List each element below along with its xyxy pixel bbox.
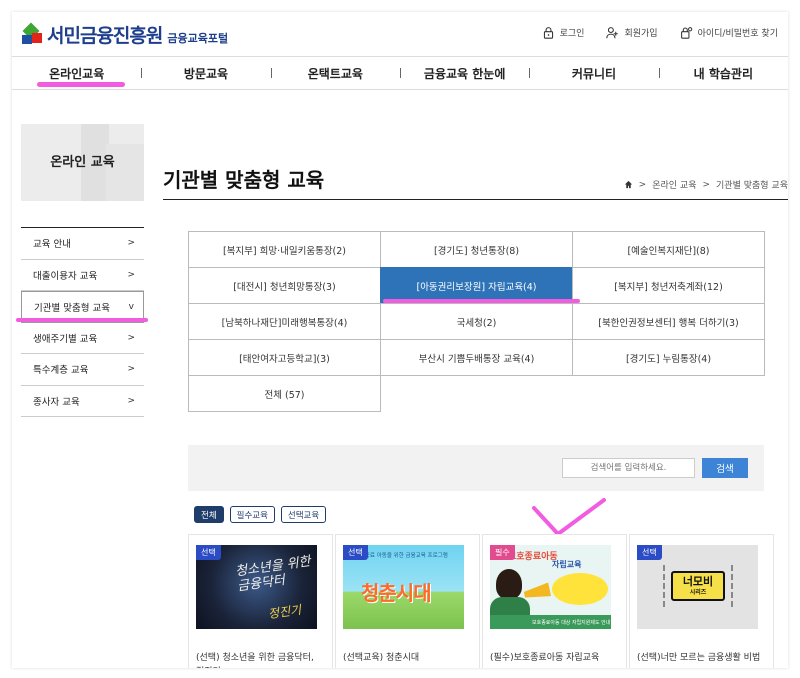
category-grid: [복지부] 희망·내일키움통장(2) [경기도] 청년통장(8) [예술인복지재… — [188, 231, 765, 412]
search-input[interactable] — [562, 458, 695, 478]
category-cell[interactable]: [복지부] 청년저축계좌(12) — [572, 267, 765, 304]
gnb-item-online-education[interactable]: 온라인교육 — [12, 65, 141, 82]
sidebar-menu: 교육 안내 > 대출이용자 교육 > 기관별 맞춤형 교육 v 생애주기별 교육 > 특… — [21, 227, 144, 417]
course-thumbnail[interactable]: 선택 보호 종료 아동을 위한 금융교육 프로그램 청춘시대 — [343, 545, 464, 629]
gnb-item-visit-education[interactable]: 방문교육 — [141, 65, 270, 82]
sidebar-item-workers[interactable]: 종사자 교육 > — [21, 386, 144, 417]
gnb-item-community[interactable]: 커뮤니티 — [529, 65, 658, 82]
site-logo[interactable]: 서민금융진흥원 금융교육포털 — [22, 16, 228, 52]
filter-optional[interactable]: 선택교육 — [280, 506, 327, 523]
signup-link[interactable]: 회원가입 — [606, 26, 658, 39]
annotation-underline-category — [383, 299, 580, 303]
logo-name: 서민금융진흥원 — [47, 24, 163, 47]
course-card[interactable]: 선택 청소년을 위한 금융닥터 정진기 (선택) 청소년을 위한 금융닥터, 정… — [188, 534, 333, 668]
annotation-underline-sidebar — [16, 318, 148, 322]
category-cell[interactable]: [복지부] 희망·내일키움통장(2) — [188, 231, 381, 268]
lock-search-icon — [680, 27, 692, 39]
category-cell[interactable]: [경기도] 누림통장(4) — [572, 339, 765, 376]
optional-badge: 선택 — [637, 545, 662, 560]
home-icon[interactable] — [624, 180, 633, 189]
search-bar: 검색 — [188, 445, 764, 491]
chevron-right-icon: > — [127, 364, 135, 375]
filter-required[interactable]: 필수교육 — [229, 506, 275, 523]
chevron-right-icon: > — [127, 238, 135, 249]
lock-icon — [543, 27, 553, 39]
category-cell[interactable]: [남북하나재단]미래행복통장(4) — [188, 303, 381, 340]
category-cell[interactable]: [경기도] 청년통장(8) — [380, 231, 573, 268]
sidebar-item-special-class[interactable]: 특수계층 교육 > — [21, 354, 144, 386]
course-title[interactable]: (선택)너만 모르는 금융생활 비법 — [637, 651, 762, 665]
browser-page: 서민금융진흥원 금융교육포털 로그인 회원가입 아이디/비밀번호 찾기 온라인교… — [12, 12, 788, 668]
chevron-right-icon: > — [127, 395, 135, 406]
course-thumbnail[interactable]: 선택 청소년을 위한 금융닥터 정진기 — [196, 545, 317, 629]
category-cell[interactable]: [예술인복지재단](8) — [572, 231, 765, 268]
find-account-link[interactable]: 아이디/비밀번호 찾기 — [680, 26, 778, 39]
user-plus-icon — [606, 27, 619, 39]
sidebar-item-life-cycle[interactable]: 생애주기별 교육 > — [21, 323, 144, 354]
chevron-right-icon: > — [127, 269, 135, 280]
course-card[interactable]: 필수 보호종료아동 자립교육 보호종료아동 대상 자립지원제도 안내 (필수)보… — [482, 534, 627, 668]
logo-subtitle: 금융교육포털 — [167, 32, 229, 45]
category-cell[interactable]: 국세청(2) — [380, 303, 573, 340]
chevron-right-icon: > — [127, 332, 135, 343]
optional-badge: 선택 — [196, 545, 221, 560]
course-thumbnail[interactable]: 선택 너모비 시리즈 — [637, 545, 758, 629]
required-badge: 필수 — [490, 545, 515, 560]
gnb-item-education-overview[interactable]: 금융교육 한눈에 — [399, 65, 529, 82]
category-cell[interactable]: 부산시 기쁨두배통장 교육(4) — [380, 339, 573, 376]
course-title[interactable]: (선택교육) 청춘시대 — [343, 651, 468, 665]
course-title[interactable]: (필수)보호종료아동 자립교육 — [490, 651, 615, 665]
filter-chips: 전체 필수교육 선택교육 — [194, 506, 327, 523]
optional-badge: 선택 — [343, 545, 368, 560]
category-cell-all[interactable]: 전체 (57) — [188, 375, 381, 412]
logo-mark-icon — [22, 22, 44, 45]
breadcrumb-item-current[interactable]: 기관별 맞춤형 교육 — [716, 178, 788, 191]
page-title: 기관별 맞춤형 교육 — [163, 168, 325, 192]
course-card-list: 선택 청소년을 위한 금융닥터 정진기 (선택) 청소년을 위한 금융닥터, 정… — [188, 534, 774, 668]
sidebar-title: 온라인 교육 — [50, 155, 115, 170]
title-divider — [163, 199, 788, 200]
category-cell[interactable]: [태안여자고등학교](3) — [188, 339, 381, 376]
breadcrumb-item-online[interactable]: 온라인 교육 — [652, 178, 696, 191]
sidebar-item-loan-user[interactable]: 대출이용자 교육 > — [21, 260, 144, 291]
annotation-underline-gnb — [37, 82, 125, 87]
course-card[interactable]: 선택 보호 종료 아동을 위한 금융교육 프로그램 청춘시대 (선택교육) 청춘… — [335, 534, 480, 668]
course-thumbnail[interactable]: 필수 보호종료아동 자립교육 보호종료아동 대상 자립지원제도 안내 — [490, 545, 611, 629]
chevron-down-icon: v — [128, 301, 134, 312]
megaphone-icon — [523, 582, 551, 601]
course-title[interactable]: (선택) 청소년을 위한 금융닥터, 정진기 — [196, 651, 321, 668]
sidebar-item-guide[interactable]: 교육 안내 > — [21, 228, 144, 260]
sidebar-title-box: 온라인 교육 — [21, 124, 144, 201]
gnb-item-ontact-education[interactable]: 온택트교육 — [270, 65, 400, 82]
category-cell[interactable]: [북한인권정보센터] 행복 더하기(3) — [572, 303, 765, 340]
search-button[interactable]: 검색 — [702, 458, 748, 478]
login-link[interactable]: 로그인 — [542, 26, 584, 39]
category-cell[interactable]: [대전시] 청년희망통장(3) — [188, 267, 381, 304]
course-card[interactable]: 선택 너모비 시리즈 (선택)너만 모르는 금융생활 비법 — [629, 534, 774, 668]
gnb-item-my-learning[interactable]: 내 학습관리 — [658, 65, 788, 82]
filter-all[interactable]: 전체 — [194, 506, 224, 523]
breadcrumb: > 온라인 교육 > 기관별 맞춤형 교육 — [624, 178, 788, 191]
top-utility-links: 로그인 회원가입 아이디/비밀번호 찾기 — [542, 26, 778, 39]
main-navigation: 온라인교육 방문교육 온택트교육 금융교육 한눈에 커뮤니티 내 학습관리 — [12, 56, 788, 90]
